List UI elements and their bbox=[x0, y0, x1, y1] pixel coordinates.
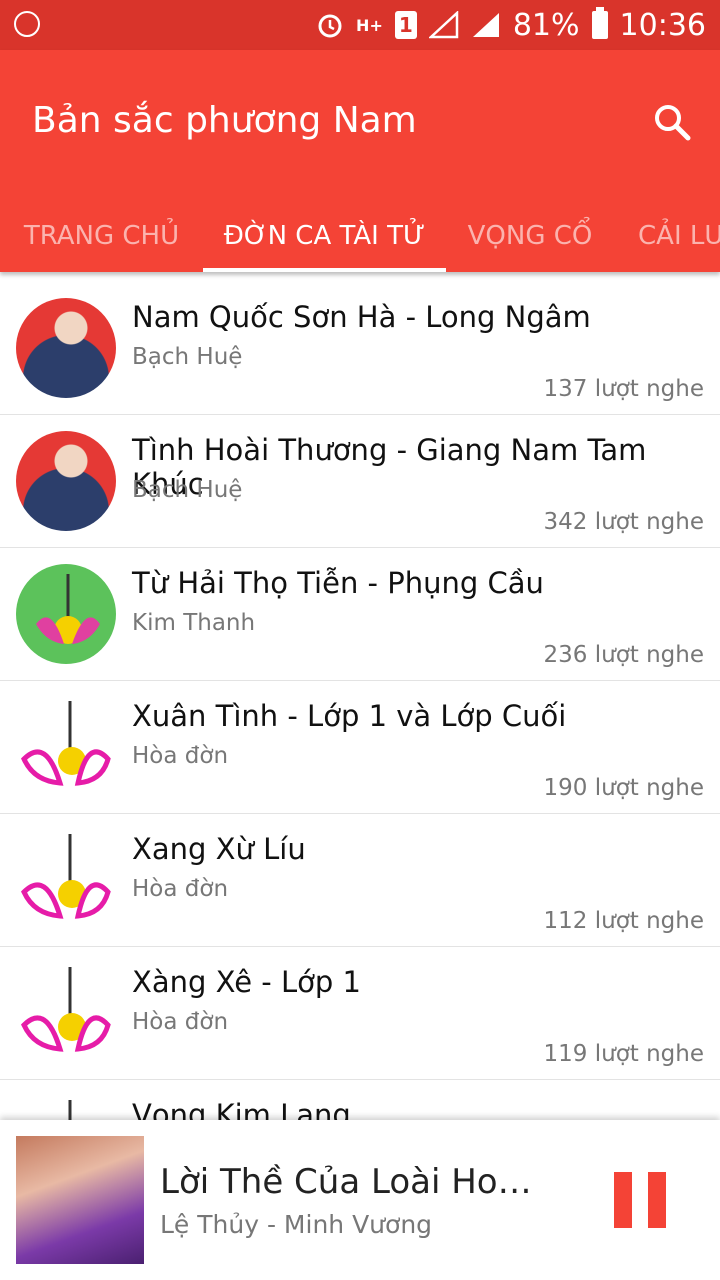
play-count: 119 lượt nghe bbox=[543, 1041, 704, 1067]
tab-bar: TRANG CHỦ ĐỜN CA TÀI TỬ VỌNG CỔ CẢI LƯƠN… bbox=[0, 200, 720, 272]
list-item[interactable]: Nam Quốc Sơn Hà - Long Ngâm Bạch Huệ 137… bbox=[0, 282, 720, 415]
song-artist: Kim Thanh bbox=[132, 610, 256, 636]
pause-icon bbox=[648, 1172, 666, 1228]
alarm-icon bbox=[316, 11, 344, 39]
tab-vong-co[interactable]: VỌNG CỔ bbox=[446, 200, 614, 272]
list-item[interactable]: Từ Hải Thọ Tiễn - Phụng Cầu Kim Thanh 23… bbox=[0, 548, 720, 681]
signal-icon-2 bbox=[471, 11, 501, 39]
lotus-logo-icon bbox=[16, 963, 116, 1063]
app-title: Bản sắc phương Nam bbox=[32, 100, 417, 141]
tab-cai-luong[interactable]: CẢI LƯƠNG bbox=[614, 200, 720, 272]
song-title: Xang Xừ Líu bbox=[132, 832, 306, 866]
now-playing-artist: Lệ Thủy - Minh Vương bbox=[160, 1210, 433, 1239]
song-artist: Bạch Huệ bbox=[132, 477, 243, 503]
album-art bbox=[16, 1136, 144, 1264]
status-icons: H+ 1 81% 10:36 bbox=[316, 0, 706, 50]
song-list: Nam Quốc Sơn Hà - Long Ngâm Bạch Huệ 137… bbox=[0, 282, 720, 1213]
play-count: 342 lượt nghe bbox=[543, 509, 704, 535]
tab-don-ca-tai-tu[interactable]: ĐỜN CA TÀI TỬ bbox=[203, 200, 446, 272]
play-count: 236 lượt nghe bbox=[543, 642, 704, 668]
song-artist: Hòa đờn bbox=[132, 1009, 229, 1035]
clock: 10:36 bbox=[619, 7, 706, 43]
play-count: 137 lượt nghe bbox=[543, 376, 704, 402]
song-title: Từ Hải Thọ Tiễn - Phụng Cầu bbox=[132, 566, 544, 600]
pause-button[interactable] bbox=[614, 1172, 666, 1228]
signal-icon-1 bbox=[428, 11, 459, 39]
now-playing-title: Lời Thề Của Loài Hoa... bbox=[160, 1162, 540, 1202]
search-button[interactable] bbox=[652, 102, 692, 142]
tab-home[interactable]: TRANG CHỦ bbox=[0, 200, 203, 272]
list-item[interactable]: Xang Xừ Líu Hòa đờn 112 lượt nghe bbox=[0, 814, 720, 947]
lotus-logo-icon bbox=[16, 697, 116, 797]
app-bar: Bản sắc phương Nam TRANG CHỦ ĐỜN CA TÀI … bbox=[0, 50, 720, 272]
now-playing-bar[interactable]: Lời Thề Của Loài Hoa... Lệ Thủy - Minh V… bbox=[0, 1120, 720, 1280]
sim-icon: 1 bbox=[394, 11, 417, 39]
song-artist: Hòa đờn bbox=[132, 876, 229, 902]
singer-avatar bbox=[16, 431, 116, 531]
network-type-icon: H+ bbox=[356, 15, 383, 35]
song-artist: Bạch Huệ bbox=[132, 344, 243, 370]
search-icon bbox=[655, 105, 691, 141]
lotus-logo-icon bbox=[16, 830, 116, 930]
app-notification-icon bbox=[14, 11, 40, 37]
list-item[interactable]: Xuân Tình - Lớp 1 và Lớp Cuối Hòa đờn 19… bbox=[0, 681, 720, 814]
play-count: 112 lượt nghe bbox=[543, 908, 704, 934]
lotus-logo-icon bbox=[16, 564, 116, 664]
battery-percent: 81% bbox=[512, 7, 580, 43]
play-count: 190 lượt nghe bbox=[543, 775, 704, 801]
status-bar: H+ 1 81% 10:36 bbox=[0, 0, 720, 50]
song-title: Xuân Tình - Lớp 1 và Lớp Cuối bbox=[132, 699, 567, 733]
list-item[interactable]: Xàng Xê - Lớp 1 Hòa đờn 119 lượt nghe bbox=[0, 947, 720, 1080]
song-artist: Hòa đờn bbox=[132, 743, 229, 769]
pause-icon bbox=[614, 1172, 632, 1228]
tab-indicator bbox=[203, 268, 446, 272]
singer-avatar bbox=[16, 298, 116, 398]
song-title: Xàng Xê - Lớp 1 bbox=[132, 965, 361, 999]
list-item[interactable]: Tình Hoài Thương - Giang Nam Tam Khúc Bạ… bbox=[0, 415, 720, 548]
song-title: Nam Quốc Sơn Hà - Long Ngâm bbox=[132, 300, 591, 334]
battery-icon bbox=[591, 7, 608, 39]
